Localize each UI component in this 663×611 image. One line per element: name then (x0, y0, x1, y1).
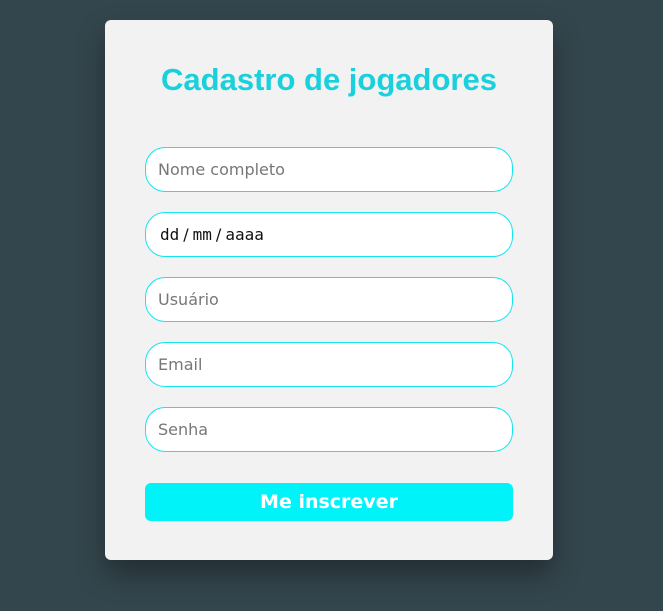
form-title: Cadastro de jogadores (161, 62, 497, 97)
birthdate-input[interactable]: dd / mm / aaaa (145, 212, 513, 257)
password-input[interactable] (145, 407, 513, 452)
birthdate-year[interactable]: aaaa (225, 225, 264, 244)
username-input[interactable] (145, 277, 513, 322)
birthdate-separator: / (215, 225, 222, 244)
subscribe-button[interactable]: Me inscrever (145, 483, 513, 521)
email-input[interactable] (145, 342, 513, 387)
birthdate-separator: / (183, 225, 189, 244)
full-name-input[interactable] (145, 147, 513, 192)
birthdate-month[interactable]: mm (193, 225, 212, 244)
birthdate-day[interactable]: dd (160, 225, 179, 244)
registration-card: Cadastro de jogadores dd / mm / aaaa Me … (105, 20, 553, 560)
